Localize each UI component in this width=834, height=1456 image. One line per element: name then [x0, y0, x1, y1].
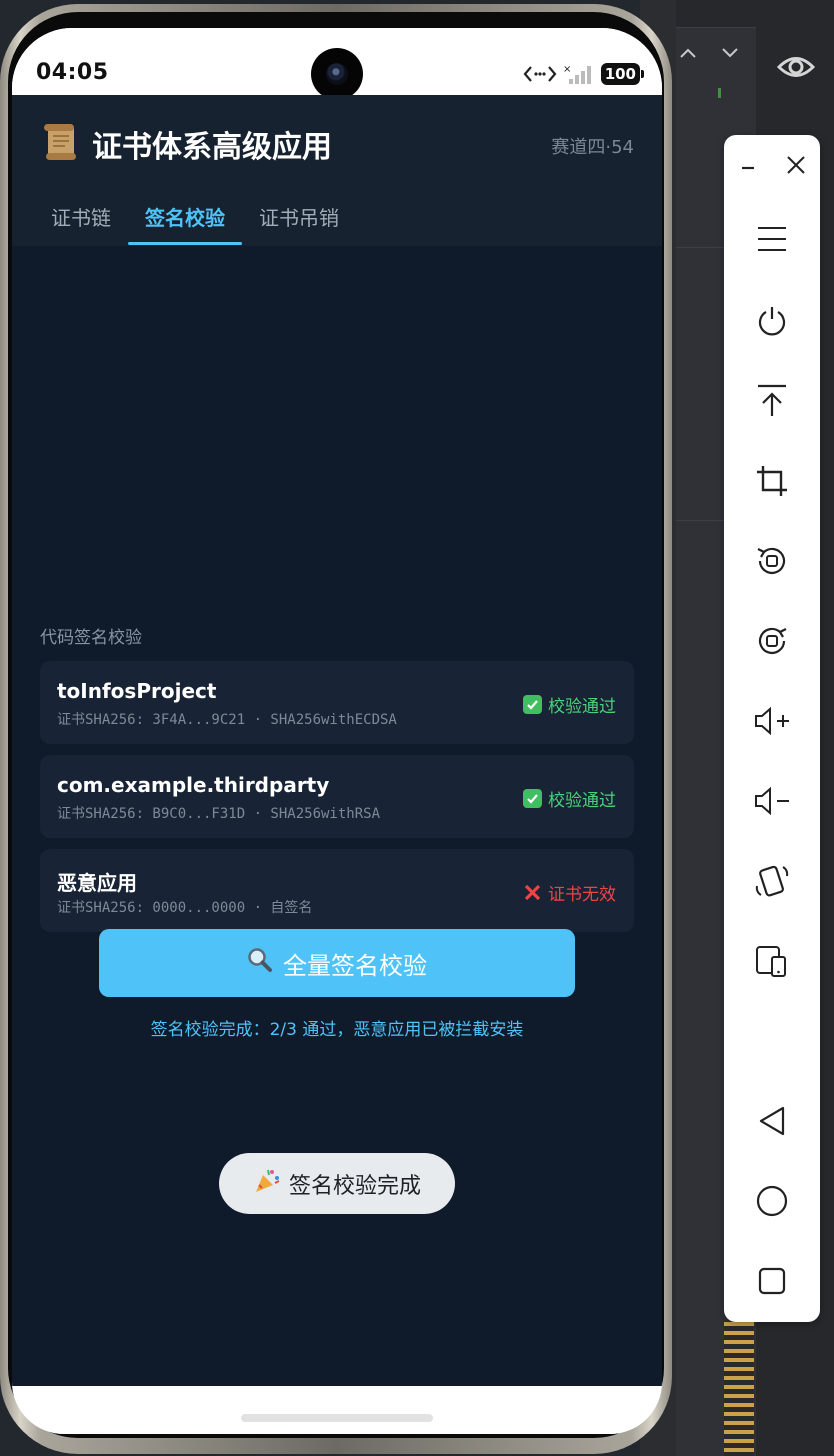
- tab-certificate-revoke[interactable]: 证书吊销: [242, 199, 356, 245]
- eye-icon[interactable]: [776, 52, 816, 82]
- volume-down-icon[interactable]: [748, 777, 796, 825]
- cert-meta: 证书SHA256: B9C0...F31D · SHA256withRSA: [57, 806, 381, 822]
- check-icon: [523, 695, 542, 714]
- toast: 签名校验完成: [219, 1153, 455, 1214]
- svg-text:×: ×: [563, 64, 571, 75]
- status-text: 证书无效: [548, 885, 616, 905]
- menu-icon[interactable]: [748, 215, 796, 263]
- list-item[interactable]: com.example.thirdparty 证书SHA256: B9C0...…: [40, 755, 634, 838]
- cert-meta: 证书SHA256: 3F4A...9C21 · SHA256withECDSA: [57, 712, 397, 728]
- back-icon[interactable]: [748, 1097, 796, 1145]
- ide-editor-header: [676, 0, 756, 28]
- check-icon: [523, 789, 542, 808]
- volume-up-icon[interactable]: [748, 697, 796, 745]
- app-title: 证书体系高级应用: [92, 130, 332, 165]
- recents-icon[interactable]: [748, 1257, 796, 1305]
- phone-screen: 04:05 × 100 证书体系高级应用 赛道四·54 证书链 签名校验 证书吊…: [12, 28, 662, 1434]
- ide-decoration-stripes: [724, 1322, 754, 1456]
- status-icons: × 100: [523, 62, 645, 86]
- gesture-nav-area: [12, 1386, 662, 1434]
- crop-icon[interactable]: [748, 457, 796, 505]
- front-camera: [311, 48, 363, 100]
- data-transfer-icon: [523, 64, 557, 84]
- upload-icon[interactable]: [748, 377, 796, 425]
- home-icon[interactable]: [748, 1177, 796, 1225]
- status-bar: 04:05 × 100: [12, 28, 662, 100]
- shake-icon[interactable]: [748, 857, 796, 905]
- power-icon[interactable]: [748, 297, 796, 345]
- chevron-down-icon[interactable]: [720, 44, 740, 64]
- magnifier-icon: [247, 947, 273, 979]
- app-name: 恶意应用: [57, 871, 137, 895]
- device-icon[interactable]: [748, 937, 796, 985]
- emulator-toolbar: [724, 135, 820, 1322]
- rotate-right-icon[interactable]: [748, 617, 796, 665]
- signal-icon: ×: [563, 63, 595, 85]
- list-item[interactable]: toInfosProject 证书SHA256: 3F4A...9C21 · S…: [40, 661, 634, 744]
- minimize-icon[interactable]: [724, 143, 772, 191]
- toast-label: 签名校验完成: [288, 1173, 421, 1199]
- chevron-up-icon[interactable]: [678, 44, 698, 64]
- tab-certificate-chain[interactable]: 证书链: [34, 199, 128, 245]
- home-indicator[interactable]: [241, 1414, 433, 1422]
- status-badge: 校验通过: [523, 786, 616, 811]
- cert-meta: 证书SHA256: 0000...0000 · 自签名: [57, 900, 313, 916]
- result-text: 签名校验完成：2/3 通过，恶意应用已被拦截安装: [150, 1020, 524, 1040]
- tab-bar: 证书链 签名校验 证书吊销: [34, 199, 356, 245]
- status-text: 校验通过: [548, 697, 616, 717]
- ide-change-marker: [718, 88, 721, 98]
- app-header: 证书体系高级应用 赛道四·54 证书链 签名校验 证书吊销: [12, 95, 662, 246]
- status-time: 04:05: [36, 60, 109, 85]
- close-icon[interactable]: [772, 141, 820, 189]
- status-text: 校验通过: [548, 791, 616, 811]
- status-badge: 校验通过: [523, 692, 616, 717]
- tab-signature-verify[interactable]: 签名校验: [128, 199, 242, 245]
- party-popper-icon: [253, 1167, 281, 1201]
- list-item[interactable]: 恶意应用 证书SHA256: 0000...0000 · 自签名 证书无效: [40, 849, 634, 932]
- verify-all-button[interactable]: 全量签名校验: [99, 929, 575, 997]
- section-title: 代码签名校验: [40, 628, 142, 648]
- rotate-left-icon[interactable]: [748, 537, 796, 585]
- app-content: 证书体系高级应用 赛道四·54 证书链 签名校验 证书吊销 代码签名校验 toI…: [12, 95, 662, 1386]
- track-label: 赛道四·54: [551, 137, 634, 158]
- scroll-icon: [40, 122, 80, 162]
- battery-indicator: 100: [600, 63, 645, 85]
- app-name: com.example.thirdparty: [57, 773, 330, 797]
- cross-icon: [523, 883, 542, 902]
- app-name: toInfosProject: [57, 679, 217, 703]
- verify-all-label: 全量签名校验: [283, 951, 427, 980]
- status-badge: 证书无效: [523, 880, 616, 905]
